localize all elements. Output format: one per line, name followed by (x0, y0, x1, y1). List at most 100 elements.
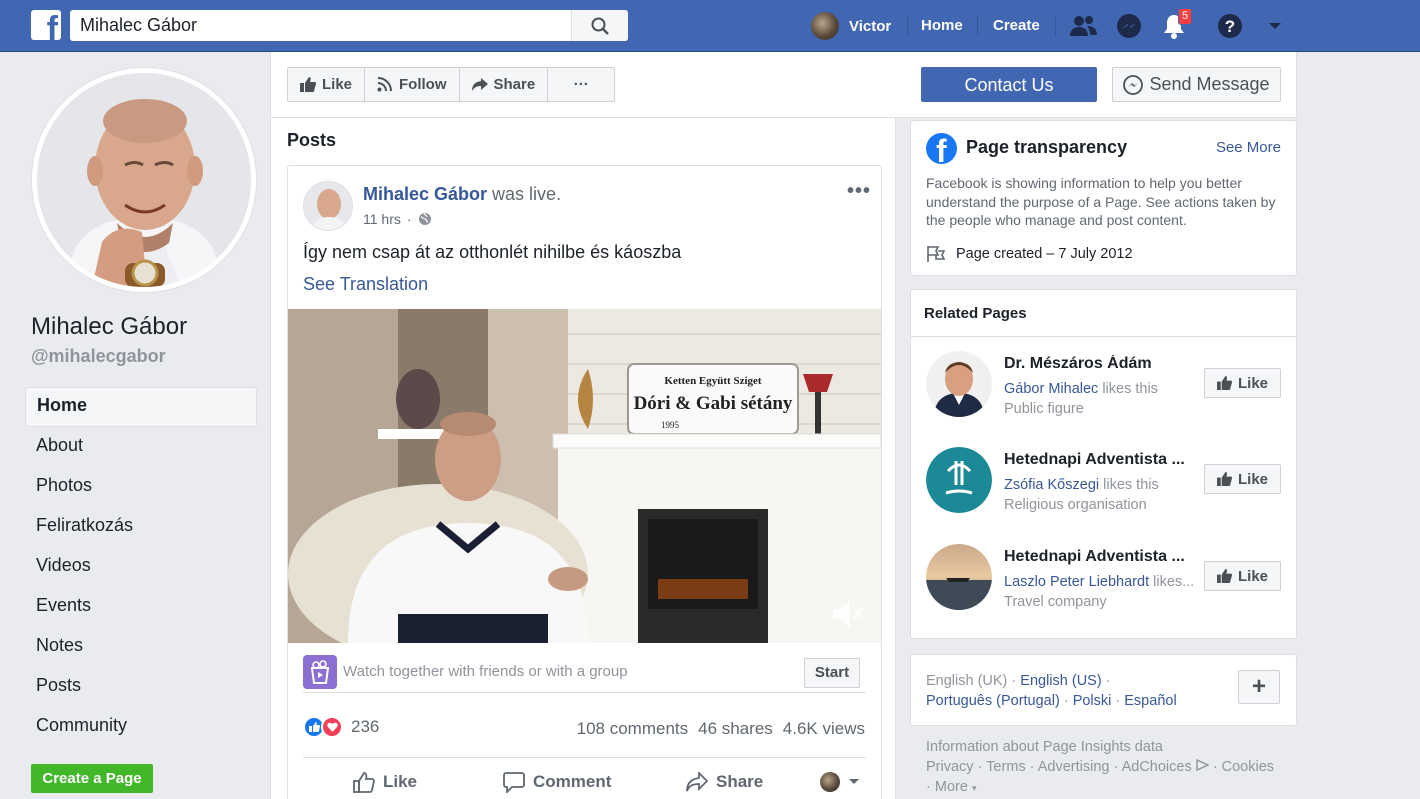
post-author-avatar[interactable] (303, 181, 353, 231)
notification-badge: 5 (1178, 8, 1193, 25)
related-page-name[interactable]: Hetednapi Adventista ... (1004, 451, 1199, 469)
related-pages-card: Related Pages Dr. Mészáros Ádám Gábor Mi… (910, 289, 1297, 639)
related-page-avatar[interactable] (926, 544, 992, 610)
sidebar-item-notes[interactable]: Notes (25, 627, 257, 667)
language-link[interactable]: Español (1124, 693, 1176, 709)
related-page-avatar[interactable] (926, 351, 992, 417)
nav-profile-link[interactable]: Victor (811, 11, 891, 41)
love-reaction-icon (321, 716, 343, 738)
globe-icon (418, 212, 431, 225)
nav-home-link[interactable]: Home (921, 17, 963, 34)
related-page-item: Hetednapi Adventista ... Zsófia Kőszegi … (911, 447, 1296, 527)
footer-more-link[interactable]: More (935, 779, 968, 795)
footer-link[interactable]: Terms (986, 759, 1025, 775)
more-options-icon: ··· (573, 76, 589, 93)
related-pages-title: Related Pages (924, 305, 1027, 322)
language-link[interactable]: Português (Portugal) (926, 693, 1060, 709)
page-button-group: Like Follow Share ··· (287, 67, 616, 102)
profile-picture[interactable] (31, 67, 257, 293)
nav-user-name: Victor (849, 17, 892, 35)
top-navigation-bar: f Victor Home Create 5 ? (0, 0, 1420, 52)
see-translation-link[interactable]: See Translation (303, 274, 428, 295)
related-page-likes: Gábor Mihalec likes this (1004, 381, 1199, 397)
page-action-bar: Like Follow Share ··· Contact Us Send Me… (270, 52, 1297, 118)
language-list: English (UK) · English (US) · Português … (926, 673, 1177, 709)
friend-requests-icon[interactable] (1068, 10, 1100, 42)
more-languages-button[interactable]: + (1238, 670, 1280, 704)
thumbs-up-outline-icon (353, 771, 375, 793)
post-timestamp[interactable]: 11 hrs (363, 211, 401, 227)
footer-link[interactable]: Cookies (1222, 759, 1274, 775)
related-page-like-button[interactable]: Like (1204, 368, 1281, 398)
messenger-icon (1123, 74, 1144, 95)
facebook-logo-icon[interactable]: f (31, 10, 61, 40)
related-page-like-button[interactable]: Like (1204, 464, 1281, 494)
sidebar-item-photos[interactable]: Photos (25, 467, 257, 507)
language-link[interactable]: English (US) (1020, 673, 1101, 689)
post-as-selector[interactable] (820, 766, 860, 798)
nav-create-link[interactable]: Create (993, 17, 1040, 34)
see-more-link[interactable]: See More (1216, 139, 1281, 156)
sign-main-text: Dóri & Gabi sétány (634, 393, 793, 414)
send-message-button[interactable]: Send Message (1112, 67, 1281, 102)
messenger-icon[interactable] (1113, 10, 1145, 42)
help-icon[interactable]: ? (1214, 10, 1246, 42)
friend-name-link[interactable]: Zsófia Kőszegi (1004, 477, 1099, 493)
sign-year-text: 1995 (661, 420, 680, 430)
share-page-button[interactable]: Share (460, 68, 549, 101)
post-share-button[interactable]: Share (686, 766, 763, 798)
friend-name-link[interactable]: Gábor Mihalec (1004, 381, 1098, 397)
follow-page-button[interactable]: Follow (365, 68, 460, 101)
sidebar-item-videos[interactable]: Videos (25, 547, 257, 587)
sidebar-item-community[interactable]: Community (25, 707, 257, 747)
related-page-category: Public figure (1004, 401, 1084, 417)
send-message-label: Send Message (1149, 74, 1270, 94)
reactions-summary[interactable]: 236 (303, 716, 379, 738)
post-options-icon[interactable]: ••• (847, 180, 871, 203)
post-like-button[interactable]: Like (353, 766, 417, 798)
live-video-player[interactable]: Ketten Együtt Sziget Dóri & Gabi sétány … (288, 309, 881, 643)
divider (303, 757, 866, 758)
nav-divider (1055, 16, 1056, 36)
search-button[interactable] (571, 10, 628, 41)
svg-text:?: ? (1225, 17, 1235, 36)
thumbs-up-icon (300, 77, 316, 92)
related-page-item: Hetednapi Adventista ... Laszlo Peter Li… (911, 544, 1296, 624)
related-page-name[interactable]: Dr. Mészáros Ádám (1004, 355, 1199, 373)
post-header: Mihalec Gábor was live. (363, 184, 561, 205)
dot-separator: · (406, 211, 412, 227)
related-page-avatar[interactable] (926, 447, 992, 513)
share-count[interactable]: 46 shares (698, 719, 773, 739)
post-comment-button[interactable]: Comment (503, 766, 611, 798)
footer-link[interactable]: Advertising (1038, 759, 1110, 775)
related-page-like-button[interactable]: Like (1204, 561, 1281, 591)
like-label: Like (1237, 374, 1268, 392)
like-page-button[interactable]: Like (288, 68, 366, 101)
contact-us-button[interactable]: Contact Us (921, 67, 1097, 102)
comment-count[interactable]: 108 comments (577, 719, 689, 739)
create-page-button[interactable]: Create a Page (31, 764, 153, 793)
footer-link[interactable]: Privacy (926, 759, 974, 775)
language-link[interactable]: Polski (1073, 693, 1112, 709)
posts-heading: Posts (287, 130, 337, 150)
sidebar-item-posts[interactable]: Posts (25, 667, 257, 707)
search-input[interactable] (70, 10, 570, 41)
sidebar-item-home[interactable]: Home (25, 387, 257, 427)
sidebar-item-events[interactable]: Events (25, 587, 257, 627)
sidebar-item-feliratkozas[interactable]: Feliratkozás (25, 507, 257, 547)
friend-name-link[interactable]: Laszlo Peter Liebhardt (1004, 574, 1149, 590)
more-options-button[interactable]: ··· (548, 68, 614, 101)
thumbs-up-icon (1217, 376, 1232, 390)
post-author-name[interactable]: Mihalec Gábor (363, 184, 487, 204)
sign-top-text: Ketten Együtt Sziget (664, 375, 761, 387)
related-page-name[interactable]: Hetednapi Adventista ... (1004, 548, 1199, 566)
page-insights-link[interactable]: Information about Page Insights data (926, 737, 1296, 757)
related-page-likes: Laszlo Peter Liebhardt likes... (1004, 574, 1199, 590)
sidebar-item-about[interactable]: About (25, 427, 257, 467)
likes-suffix: likes... (1149, 574, 1195, 590)
page-handle[interactable]: @mihalecgabor (31, 346, 166, 367)
footer-link[interactable]: AdChoices (1122, 759, 1192, 775)
start-watch-party-button[interactable]: Start (804, 658, 860, 688)
posts-section: Posts Mihalec Gábor was live. 11 hrs · •… (270, 118, 896, 799)
account-menu-chevron-icon[interactable] (1259, 10, 1291, 42)
